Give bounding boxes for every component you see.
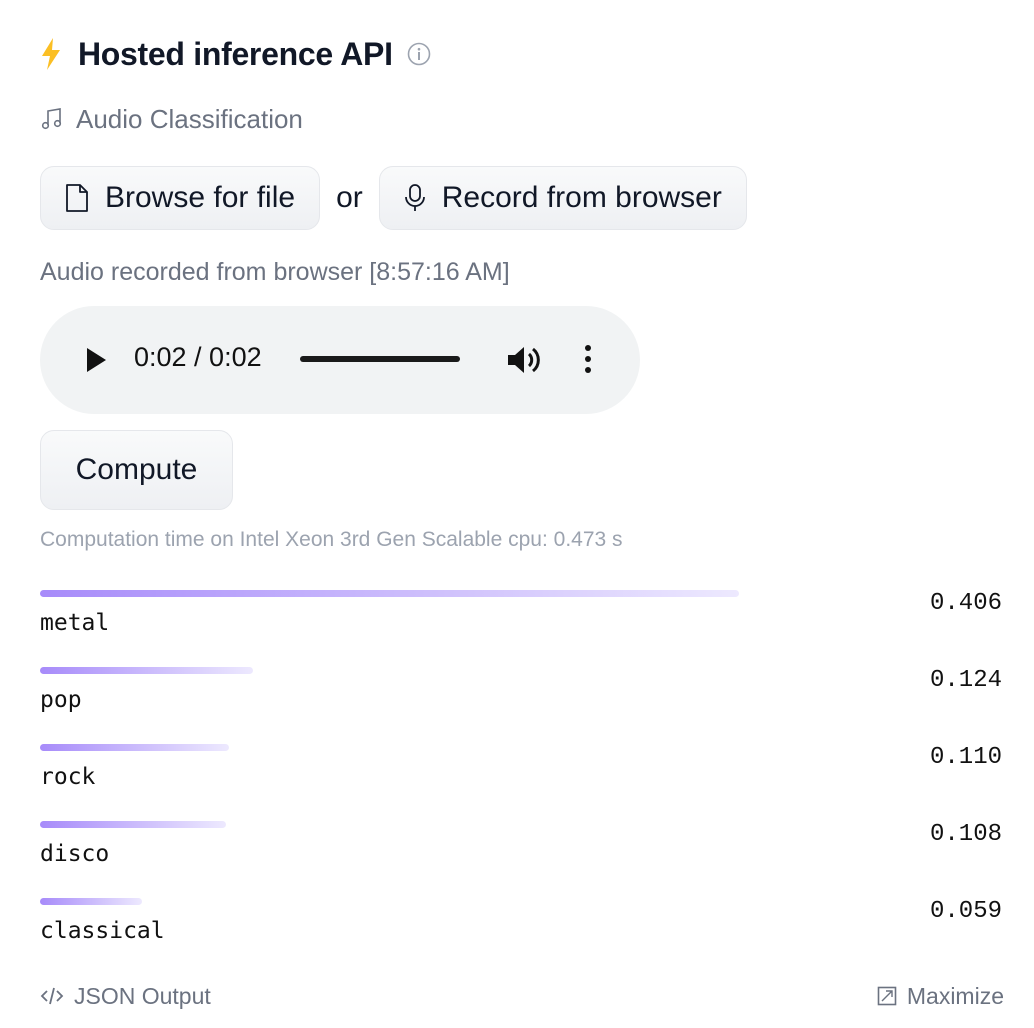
json-output-button[interactable]: JSON Output xyxy=(40,983,211,1010)
task-type: Audio Classification xyxy=(40,102,303,136)
score-bar xyxy=(40,590,739,597)
file-icon xyxy=(66,184,88,212)
result-score: 0.110 xyxy=(929,744,1002,771)
result-label: metal xyxy=(40,610,110,636)
result-label: rock xyxy=(40,764,96,790)
more-options-icon[interactable] xyxy=(580,344,596,376)
maximize-icon xyxy=(877,986,897,1006)
score-bar xyxy=(40,898,142,905)
lightning-icon xyxy=(42,38,60,70)
result-score: 0.108 xyxy=(929,821,1002,848)
json-output-label: JSON Output xyxy=(74,982,211,1009)
computation-time: Computation time on Intel Xeon 3rd Gen S… xyxy=(40,528,623,551)
result-label: classical xyxy=(40,918,165,944)
recording-caption: Audio recorded from browser [8:57:16 AM] xyxy=(40,258,510,286)
result-row: classical 0.059 xyxy=(40,898,1004,975)
result-row: disco 0.108 xyxy=(40,821,1004,898)
classification-results: metal 0.406 pop 0.124 rock 0.110 disco 0.108 cla… xyxy=(40,590,1004,975)
audio-input-row: Browse for file or Record from browser xyxy=(40,166,747,230)
result-score: 0.406 xyxy=(929,590,1002,617)
volume-icon[interactable] xyxy=(506,344,542,376)
code-icon xyxy=(40,987,64,1005)
record-browser-button[interactable]: Record from browser xyxy=(378,166,747,230)
info-icon[interactable] xyxy=(407,42,431,66)
result-score: 0.059 xyxy=(929,898,1002,925)
maximize-label: Maximize xyxy=(906,982,1004,1009)
microphone-icon xyxy=(404,184,425,211)
task-label: Audio Classification xyxy=(76,103,303,134)
play-icon[interactable] xyxy=(84,346,108,374)
result-label: pop xyxy=(40,687,82,713)
result-label: disco xyxy=(40,841,110,867)
seek-bar[interactable] xyxy=(300,356,460,362)
score-bar xyxy=(40,744,229,751)
record-browser-label: Record from browser xyxy=(441,181,722,214)
playback-time: 0:02 / 0:02 xyxy=(134,342,262,372)
widget-footer: JSON Output Maximize xyxy=(40,980,1004,1012)
result-row: pop 0.124 xyxy=(40,667,1004,744)
or-separator: or xyxy=(336,181,363,214)
result-score: 0.124 xyxy=(929,667,1002,694)
widget-header: Hosted inference API xyxy=(40,34,431,74)
score-bar xyxy=(40,821,226,828)
widget-title: Hosted inference API xyxy=(78,35,393,72)
compute-button[interactable]: Compute xyxy=(40,430,233,510)
audio-player: 0:02 / 0:02 xyxy=(40,306,640,414)
music-note-icon xyxy=(41,108,62,130)
result-row: rock 0.110 xyxy=(40,744,1004,821)
result-row: metal 0.406 xyxy=(40,590,1004,667)
maximize-button[interactable]: Maximize xyxy=(877,983,1004,1010)
score-bar xyxy=(40,667,253,674)
browse-file-button[interactable]: Browse for file xyxy=(40,166,321,230)
browse-file-label: Browse for file xyxy=(105,181,296,214)
